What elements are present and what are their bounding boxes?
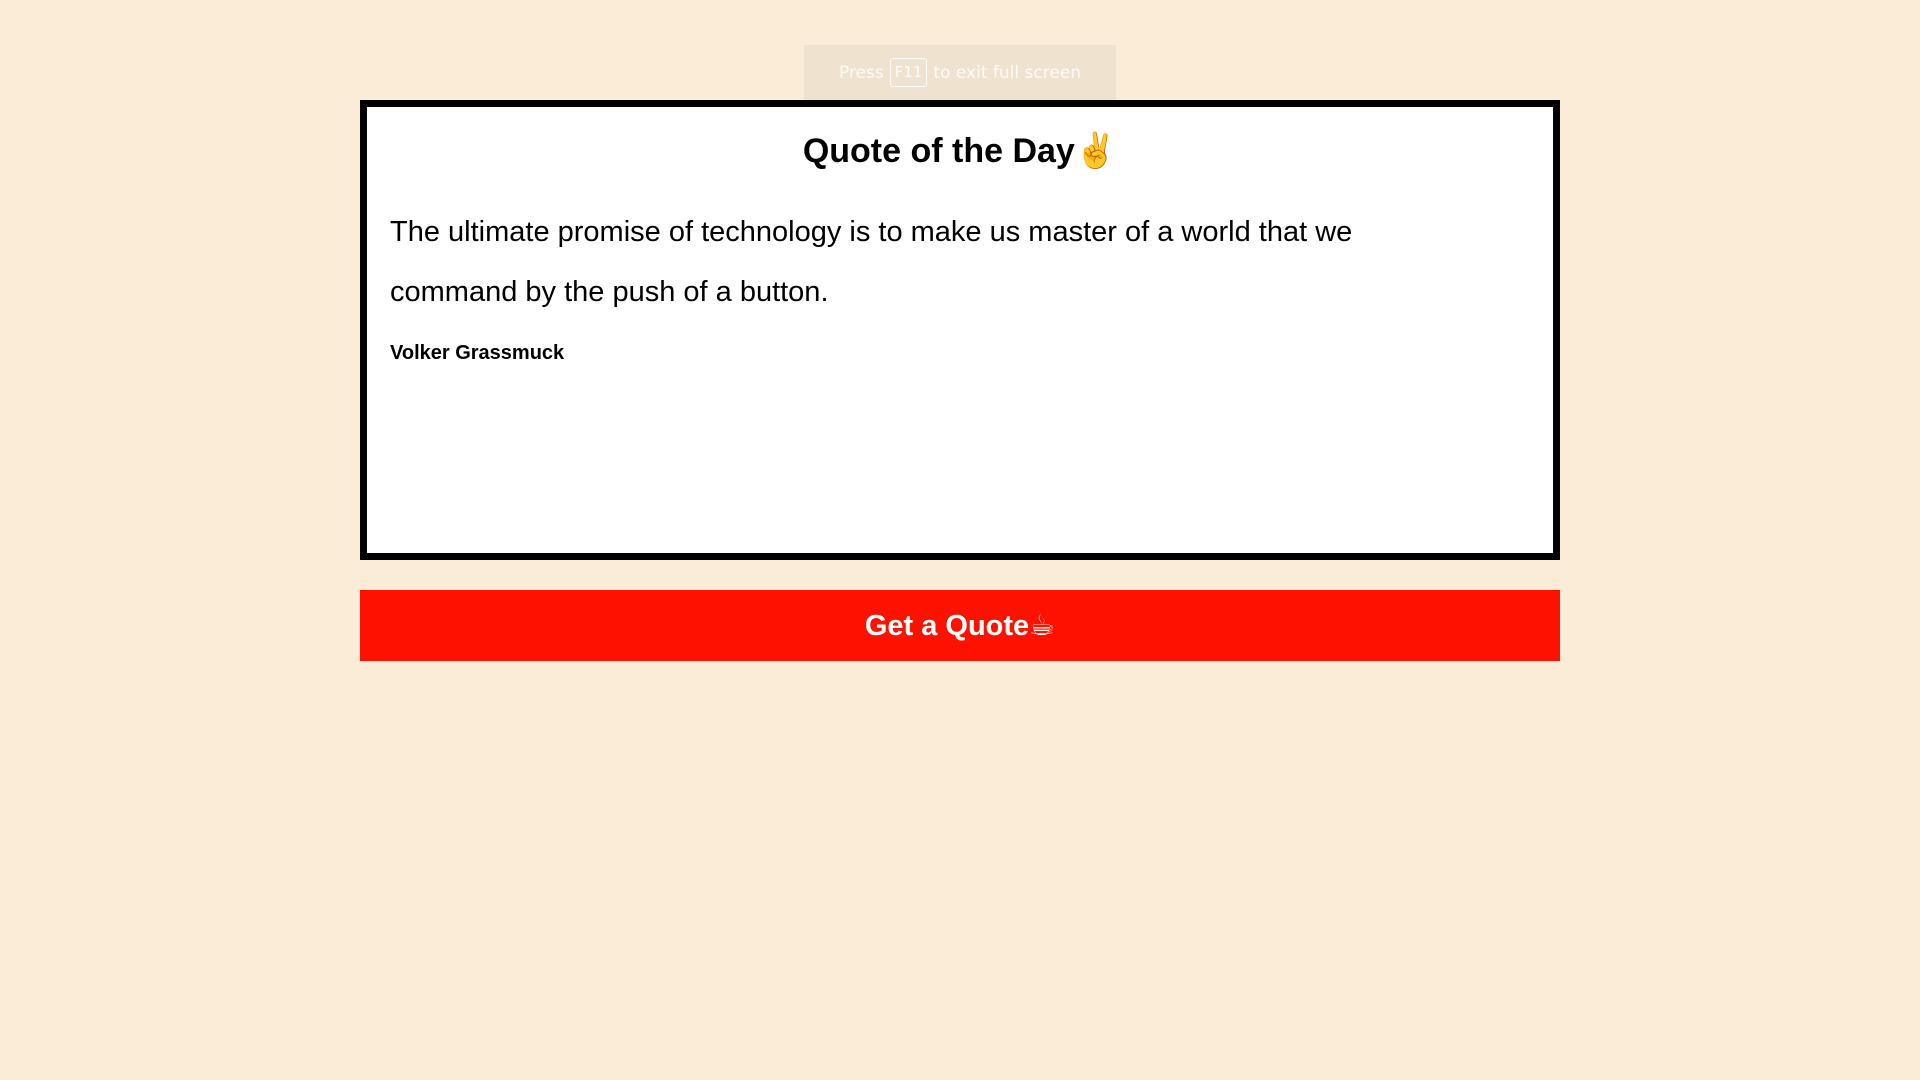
fullscreen-notice-prefix: Press bbox=[838, 62, 884, 83]
f11-key-badge: F11 bbox=[889, 58, 928, 87]
card-title: Quote of the Day✌️ bbox=[802, 132, 1118, 170]
quote-author: Volker Grassmuck bbox=[390, 341, 565, 364]
quote-card: Quote of the Day✌️ The ultimate promise … bbox=[360, 100, 1560, 560]
get-quote-button[interactable]: Get a Quote☕ bbox=[360, 590, 1560, 661]
quote-text: The ultimate promise of technology is to… bbox=[390, 215, 1353, 308]
fullscreen-exit-notice: Press F11 to exit full screen bbox=[804, 45, 1116, 100]
fullscreen-notice-suffix: to exit full screen bbox=[933, 62, 1082, 83]
